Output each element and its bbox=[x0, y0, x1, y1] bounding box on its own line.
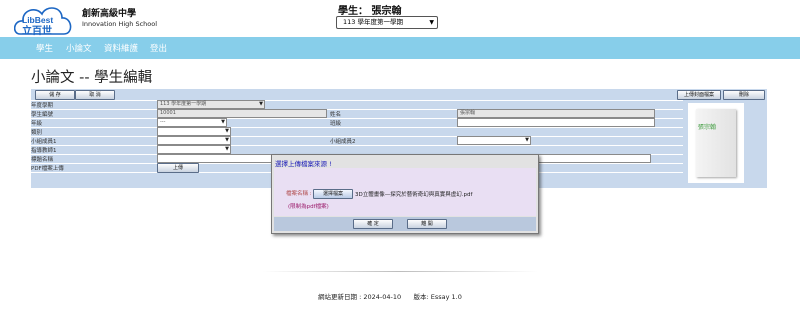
advisor1-select[interactable]: ▼ bbox=[157, 145, 231, 154]
student-id-value: 10001 bbox=[160, 110, 176, 116]
row-divider bbox=[31, 127, 683, 128]
label-name: 姓名 bbox=[330, 112, 342, 118]
row-divider bbox=[31, 100, 683, 101]
document-preview-image: 張宗翰 bbox=[696, 109, 736, 177]
cover-preview: 張宗翰 bbox=[688, 103, 744, 183]
footer-text: 網站更新日期 : 2024-04-10 版本: Essay 1.0 bbox=[318, 293, 462, 301]
file-limit-note: (限制為pdf檔案) bbox=[288, 204, 329, 210]
chevron-down-icon: ▼ bbox=[429, 19, 434, 26]
school-name-en: Innovation High School bbox=[82, 20, 158, 28]
nav-item-student[interactable]: 學生 bbox=[36, 42, 53, 54]
label-advisor1: 指導教師1 bbox=[31, 148, 57, 154]
save-button[interactable]: 儲 存 bbox=[35, 90, 75, 100]
logo-cjk-text: 立百世 bbox=[22, 24, 52, 37]
main-nav: 學生 小論文 資料維護 登出 bbox=[0, 37, 800, 59]
row-divider bbox=[31, 145, 683, 146]
name-field: 張宗翰 bbox=[457, 109, 655, 118]
dialog-body: 檔案名稱 : 選擇檔案 3D立體畫像—探究於藝術奇幻與真實與虛幻.pdf (限制… bbox=[274, 168, 536, 216]
dialog-title: 選擇上傳檔案來源 ! bbox=[275, 160, 332, 168]
semester-select[interactable]: 113 學年度第一學期 ▼ bbox=[336, 16, 438, 29]
chevron-down-icon: ▼ bbox=[225, 137, 229, 143]
dialog-footer: 確 定 離 開 bbox=[274, 217, 536, 231]
label-pdf-upload: PDF檔案上傳 bbox=[31, 166, 64, 172]
chosen-file-name: 3D立體畫像—探究於藝術奇幻與真實與虛幻.pdf bbox=[355, 192, 473, 198]
label-student-id: 學生編號 bbox=[31, 112, 54, 118]
nav-item-data-maintenance[interactable]: 資料維護 bbox=[104, 42, 138, 54]
upload-cover-button[interactable]: 上傳封面檔案 bbox=[677, 90, 721, 100]
label-title: 標題名稱 bbox=[31, 157, 54, 163]
footer-divider bbox=[262, 271, 538, 272]
label-member1: 小組成員1 bbox=[31, 139, 57, 145]
nav-item-logout[interactable]: 登出 bbox=[150, 42, 167, 54]
chevron-down-icon: ▼ bbox=[221, 119, 225, 125]
preview-student-name: 張宗翰 bbox=[698, 124, 717, 131]
member2-select[interactable]: ▼ bbox=[457, 136, 531, 145]
delete-button[interactable]: 刪除 bbox=[723, 90, 765, 100]
label-school-year: 年度學期 bbox=[31, 103, 54, 109]
logo-latin-text: LibBest bbox=[22, 15, 53, 25]
pdf-upload-button[interactable]: 上傳 bbox=[157, 163, 199, 173]
name-value: 張宗翰 bbox=[460, 110, 476, 116]
grade-select[interactable]: --- ▼ bbox=[157, 118, 227, 127]
exit-button[interactable]: 離 開 bbox=[407, 219, 447, 229]
confirm-button[interactable]: 確 定 bbox=[353, 219, 393, 229]
libbest-logo[interactable]: LibBest 立百世 bbox=[13, 2, 72, 38]
nav-item-essay[interactable]: 小論文 bbox=[66, 42, 92, 54]
chevron-down-icon: ▼ bbox=[259, 101, 263, 107]
cancel-button[interactable]: 取 消 bbox=[75, 90, 115, 100]
semester-select-value: 113 學年度第一學期 bbox=[343, 18, 403, 26]
category-select[interactable]: ▼ bbox=[157, 127, 231, 136]
chevron-down-icon: ▼ bbox=[525, 137, 529, 143]
school-year-value: 113 學年度第一學期 bbox=[160, 101, 207, 107]
class-input[interactable] bbox=[457, 118, 655, 127]
label-category: 類別 bbox=[31, 130, 43, 136]
page-title: 小論文 -- 學生編輯 bbox=[31, 70, 153, 86]
chevron-down-icon: ▼ bbox=[225, 128, 229, 134]
school-year-select: 113 學年度第一學期 ▼ bbox=[157, 100, 265, 109]
choose-file-button[interactable]: 選擇檔案 bbox=[313, 189, 353, 199]
row-divider bbox=[31, 136, 683, 137]
student-id-field: 10001 bbox=[157, 109, 327, 118]
upload-source-dialog: 選擇上傳檔案來源 ! 檔案名稱 : 選擇檔案 3D立體畫像—探究於藝術奇幻與真實… bbox=[271, 154, 539, 234]
school-name: 創新高級中學 bbox=[82, 9, 137, 19]
label-class: 班級 bbox=[330, 121, 342, 127]
student-label: 學生： 張宗翰 bbox=[338, 6, 402, 17]
member1-select[interactable]: ▼ bbox=[157, 136, 231, 145]
label-member2: 小組成員2 bbox=[330, 139, 356, 145]
label-grade: 年級 bbox=[31, 121, 43, 127]
grade-value: --- bbox=[160, 119, 166, 125]
chevron-down-icon: ▼ bbox=[225, 146, 229, 152]
file-name-label: 檔案名稱 : bbox=[286, 191, 312, 197]
